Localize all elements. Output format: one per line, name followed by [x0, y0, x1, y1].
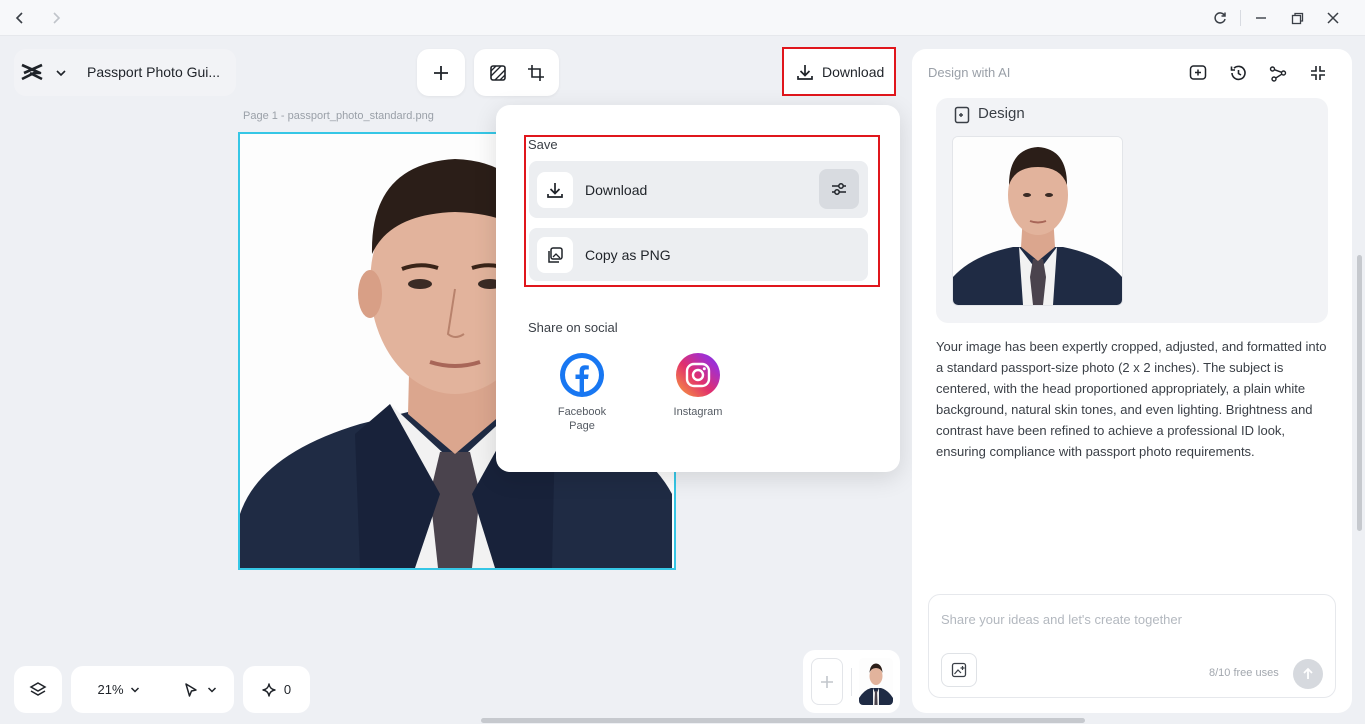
layers-button[interactable]	[14, 666, 62, 713]
design-title: Design	[978, 105, 1025, 122]
horizontal-scrollbar[interactable]	[481, 718, 1085, 723]
canvas-tools	[474, 49, 559, 96]
ai-credits-count: 0	[283, 682, 292, 697]
share-flow-icon[interactable]	[1267, 62, 1289, 84]
plus-icon	[821, 675, 833, 688]
zoom-controls: 21%	[71, 666, 234, 713]
forward-icon[interactable]	[46, 8, 66, 28]
capcut-logo-icon[interactable]	[20, 62, 44, 87]
layers-icon	[29, 681, 47, 696]
facebook-label: Facebook Page	[557, 406, 607, 432]
design-thumbnail[interactable]	[952, 136, 1123, 306]
add-button[interactable]	[417, 49, 465, 96]
chevron-down-icon[interactable]	[55, 66, 67, 84]
download-button-label: Download	[822, 63, 885, 80]
send-button[interactable]	[1293, 659, 1323, 689]
titlebar-divider	[1240, 10, 1241, 26]
upload-image-button[interactable]	[941, 653, 977, 687]
panel-title: Design with AI	[928, 65, 1011, 80]
instagram-share[interactable]: Instagram	[668, 353, 728, 419]
facebook-share[interactable]: Facebook Page	[552, 353, 612, 433]
vertical-scrollbar[interactable]	[1357, 255, 1362, 531]
instagram-label: Instagram	[673, 406, 723, 418]
background-icon[interactable]	[489, 64, 507, 82]
image-add-icon	[951, 662, 967, 678]
design-file-icon	[954, 106, 970, 129]
thumb-divider	[851, 668, 852, 696]
add-page-button[interactable]	[811, 658, 843, 705]
download-icon	[797, 64, 813, 80]
zoom-value: 21%	[97, 682, 124, 697]
prompt-input[interactable]: Share your ideas and let's create togeth…	[941, 612, 1182, 627]
resize-icon[interactable]	[527, 64, 545, 82]
new-chat-icon[interactable]	[1187, 62, 1209, 84]
ai-credits-button[interactable]: 0	[243, 666, 310, 713]
minimize-icon[interactable]	[1251, 8, 1271, 28]
sparkle-icon	[262, 682, 276, 697]
plus-icon	[434, 65, 448, 80]
collapse-icon[interactable]	[1307, 62, 1329, 84]
back-icon[interactable]	[10, 8, 30, 28]
download-button[interactable]: Download	[782, 47, 896, 96]
close-icon[interactable]	[1323, 8, 1343, 28]
save-section-highlight	[524, 135, 880, 287]
instagram-icon	[676, 353, 720, 397]
free-uses-counter: 8/10 free uses	[1209, 667, 1279, 679]
share-social-label: Share on social	[528, 320, 618, 335]
ai-description: Your image has been expertly cropped, ad…	[936, 339, 1327, 459]
prompt-input-box[interactable]	[928, 594, 1336, 698]
project-title[interactable]: Passport Photo Gui...	[87, 64, 220, 80]
history-icon[interactable]	[1227, 62, 1249, 84]
restore-icon[interactable]	[1287, 8, 1307, 28]
zoom-dropdown[interactable]: 21%	[71, 682, 166, 697]
page-label: Page 1 - passport_photo_standard.png	[243, 110, 434, 122]
facebook-icon	[560, 353, 604, 397]
refresh-icon[interactable]	[1210, 8, 1230, 28]
pointer-tool-dropdown[interactable]	[166, 682, 234, 698]
page-thumbnail[interactable]	[859, 658, 893, 705]
chevron-down-icon	[130, 686, 139, 693]
chevron-down-icon	[207, 686, 217, 693]
title-bar	[0, 0, 1365, 36]
arrow-up-icon	[1303, 667, 1313, 679]
pointer-icon	[185, 682, 197, 697]
